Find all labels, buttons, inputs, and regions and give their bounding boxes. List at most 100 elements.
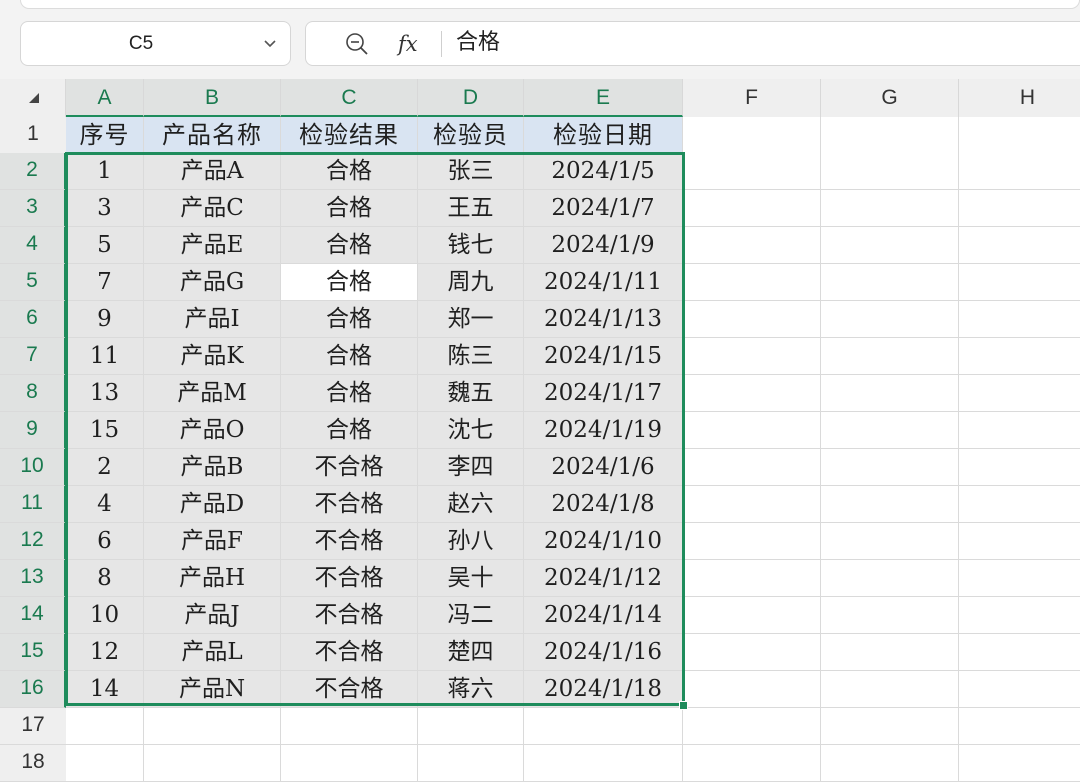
- empty-cell[interactable]: [418, 708, 524, 745]
- empty-cell[interactable]: [959, 153, 1080, 190]
- data-cell-d3[interactable]: 王五: [418, 190, 524, 227]
- empty-cell[interactable]: [683, 375, 821, 412]
- row-header-2[interactable]: 2: [0, 153, 66, 190]
- data-cell-b5[interactable]: 产品G: [144, 264, 281, 301]
- empty-cell[interactable]: [821, 264, 959, 301]
- header-cell-d[interactable]: 检验员: [418, 117, 524, 154]
- data-cell-c14[interactable]: 不合格: [281, 597, 418, 634]
- data-cell-b7[interactable]: 产品K: [144, 338, 281, 375]
- column-header-h[interactable]: H: [959, 79, 1080, 117]
- data-cell-a6[interactable]: 9: [66, 301, 144, 338]
- empty-cell[interactable]: [959, 338, 1080, 375]
- row-header-5[interactable]: 5: [0, 264, 66, 301]
- data-cell-b8[interactable]: 产品M: [144, 375, 281, 412]
- row-header-7[interactable]: 7: [0, 338, 66, 375]
- data-cell-a14[interactable]: 10: [66, 597, 144, 634]
- empty-cell[interactable]: [683, 227, 821, 264]
- data-cell-e8[interactable]: 2024/1/17: [524, 375, 683, 412]
- data-cell-d9[interactable]: 沈七: [418, 412, 524, 449]
- empty-cell[interactable]: [959, 264, 1080, 301]
- row-header-1[interactable]: 1: [0, 117, 66, 154]
- name-box[interactable]: C5: [20, 21, 291, 66]
- data-cell-d11[interactable]: 赵六: [418, 486, 524, 523]
- empty-cell[interactable]: [66, 708, 144, 745]
- data-cell-e3[interactable]: 2024/1/7: [524, 190, 683, 227]
- empty-cell[interactable]: [821, 523, 959, 560]
- data-cell-b2[interactable]: 产品A: [144, 153, 281, 190]
- data-cell-c7[interactable]: 合格: [281, 338, 418, 375]
- data-cell-c3[interactable]: 合格: [281, 190, 418, 227]
- row-header-9[interactable]: 9: [0, 412, 66, 449]
- data-cell-c9[interactable]: 合格: [281, 412, 418, 449]
- data-cell-e10[interactable]: 2024/1/6: [524, 449, 683, 486]
- data-cell-a7[interactable]: 11: [66, 338, 144, 375]
- header-cell-b[interactable]: 产品名称: [144, 117, 281, 154]
- data-cell-e7[interactable]: 2024/1/15: [524, 338, 683, 375]
- data-cell-c16[interactable]: 不合格: [281, 671, 418, 708]
- row-header-13[interactable]: 13: [0, 560, 66, 597]
- header-cell-c[interactable]: 检验结果: [281, 117, 418, 154]
- empty-cell[interactable]: [821, 634, 959, 671]
- empty-cell[interactable]: [821, 412, 959, 449]
- data-cell-b11[interactable]: 产品D: [144, 486, 281, 523]
- empty-cell[interactable]: [959, 671, 1080, 708]
- empty-cell[interactable]: [418, 745, 524, 782]
- empty-cell[interactable]: [959, 486, 1080, 523]
- data-cell-b14[interactable]: 产品J: [144, 597, 281, 634]
- data-cell-d16[interactable]: 蒋六: [418, 671, 524, 708]
- column-header-c[interactable]: C: [281, 79, 418, 117]
- empty-cell[interactable]: [821, 560, 959, 597]
- data-cell-a11[interactable]: 4: [66, 486, 144, 523]
- row-header-17[interactable]: 17: [0, 708, 66, 745]
- row-header-6[interactable]: 6: [0, 301, 66, 338]
- name-box-cell-ref[interactable]: C5: [21, 22, 261, 65]
- empty-cell[interactable]: [821, 301, 959, 338]
- data-cell-e6[interactable]: 2024/1/13: [524, 301, 683, 338]
- chevron-down-icon[interactable]: [262, 35, 278, 51]
- data-cell-a4[interactable]: 5: [66, 227, 144, 264]
- column-header-a[interactable]: A: [66, 79, 144, 117]
- empty-cell[interactable]: [821, 708, 959, 745]
- data-cell-c6[interactable]: 合格: [281, 301, 418, 338]
- empty-cell[interactable]: [683, 486, 821, 523]
- empty-cell[interactable]: [821, 190, 959, 227]
- empty-cell[interactable]: [959, 597, 1080, 634]
- data-cell-a16[interactable]: 14: [66, 671, 144, 708]
- row-header-11[interactable]: 11: [0, 486, 66, 523]
- data-cell-e9[interactable]: 2024/1/19: [524, 412, 683, 449]
- empty-cell[interactable]: [683, 634, 821, 671]
- data-cell-a8[interactable]: 13: [66, 375, 144, 412]
- data-cell-c10[interactable]: 不合格: [281, 449, 418, 486]
- data-cell-c12[interactable]: 不合格: [281, 523, 418, 560]
- data-cell-e12[interactable]: 2024/1/10: [524, 523, 683, 560]
- row-header-8[interactable]: 8: [0, 375, 66, 412]
- data-cell-b13[interactable]: 产品H: [144, 560, 281, 597]
- data-cell-d10[interactable]: 李四: [418, 449, 524, 486]
- data-cell-d2[interactable]: 张三: [418, 153, 524, 190]
- empty-cell[interactable]: [683, 449, 821, 486]
- data-cell-d6[interactable]: 郑一: [418, 301, 524, 338]
- insert-function-button[interactable]: fx: [398, 27, 428, 61]
- data-cell-a15[interactable]: 12: [66, 634, 144, 671]
- data-cell-e14[interactable]: 2024/1/14: [524, 597, 683, 634]
- empty-cell[interactable]: [683, 671, 821, 708]
- data-cell-e4[interactable]: 2024/1/9: [524, 227, 683, 264]
- data-cell-a9[interactable]: 15: [66, 412, 144, 449]
- row-header-3[interactable]: 3: [0, 190, 66, 227]
- empty-cell[interactable]: [959, 523, 1080, 560]
- empty-cell[interactable]: [683, 412, 821, 449]
- empty-cell[interactable]: [959, 560, 1080, 597]
- empty-cell[interactable]: [281, 745, 418, 782]
- data-cell-d8[interactable]: 魏五: [418, 375, 524, 412]
- data-cell-e16[interactable]: 2024/1/18: [524, 671, 683, 708]
- empty-cell[interactable]: [959, 301, 1080, 338]
- empty-cell[interactable]: [821, 153, 959, 190]
- fill-handle[interactable]: [679, 701, 688, 710]
- data-cell-a10[interactable]: 2: [66, 449, 144, 486]
- data-cell-b9[interactable]: 产品O: [144, 412, 281, 449]
- header-cell-e[interactable]: 检验日期: [524, 117, 683, 154]
- empty-cell[interactable]: [524, 708, 683, 745]
- data-cell-b6[interactable]: 产品I: [144, 301, 281, 338]
- empty-cell[interactable]: [821, 745, 959, 782]
- data-cell-c15[interactable]: 不合格: [281, 634, 418, 671]
